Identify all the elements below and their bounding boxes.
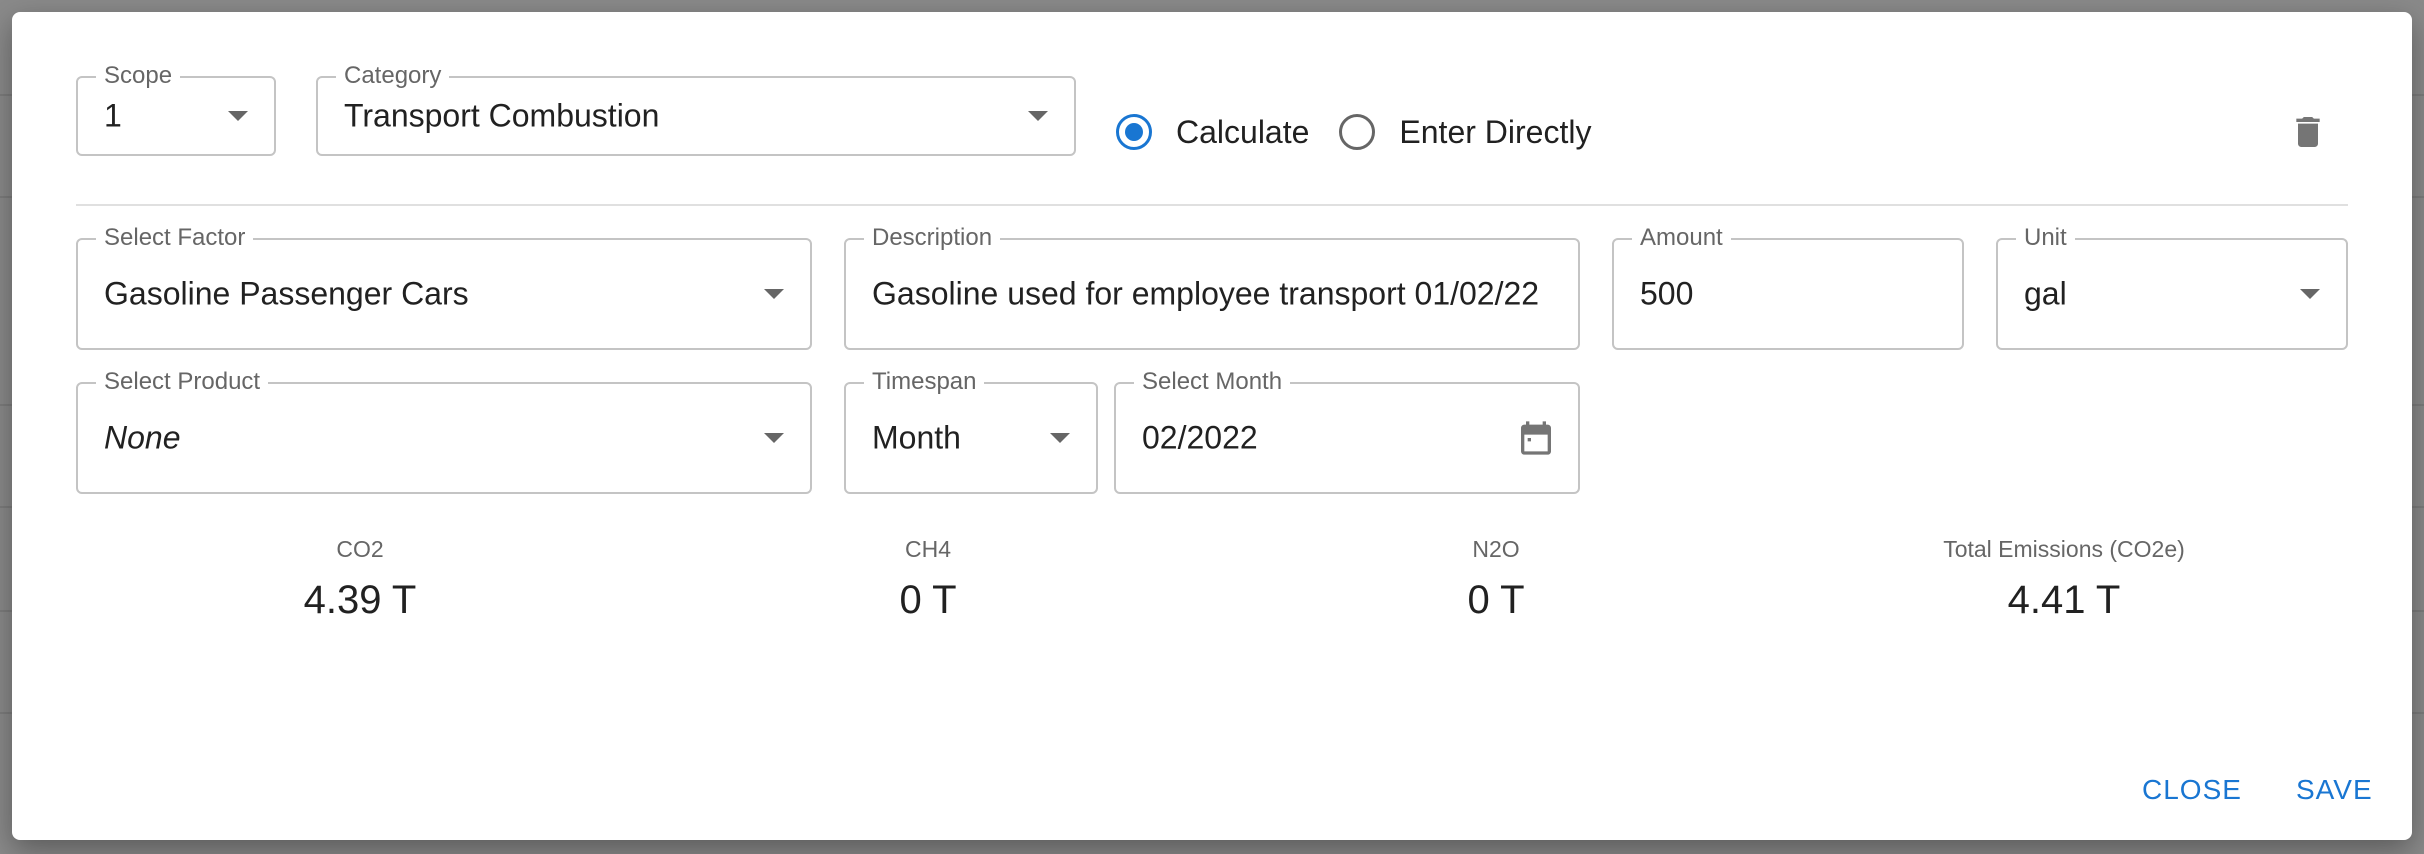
stat-co2: CO2 4.39 T	[160, 534, 560, 624]
category-select[interactable]: Category Transport Combustion	[316, 62, 1076, 156]
product-label: Select Product	[96, 368, 269, 396]
entry-mode-radio-group: Calculate Enter Directly	[1116, 108, 1621, 156]
unit-select[interactable]: Unit gal	[1996, 224, 2348, 350]
month-label: Select Month	[1134, 368, 1291, 396]
stat-ch4-value: 0 T	[899, 578, 957, 622]
stat-total-value: 4.41 T	[2007, 578, 2121, 622]
radio-enter-directly-label: Enter Directly	[1399, 113, 1592, 150]
scope-select[interactable]: Scope 1	[76, 62, 276, 156]
scope-label: Scope	[96, 62, 181, 90]
month-value: 02/2022	[1142, 419, 1258, 456]
description-input[interactable]: Description Gasoline used for employee t…	[844, 224, 1580, 350]
radio-unchecked-icon[interactable]	[1339, 114, 1376, 150]
timespan-label: Timespan	[864, 368, 985, 396]
save-button[interactable]: SAVE	[2296, 774, 2373, 806]
factor-select[interactable]: Select Factor Gasoline Passenger Cars	[76, 224, 812, 350]
timespan-value: Month	[872, 419, 961, 456]
stat-co2-value: 4.39 T	[303, 578, 417, 622]
amount-input[interactable]: Amount 500	[1612, 224, 1964, 350]
factor-label: Select Factor	[96, 224, 254, 252]
chevron-down-icon	[2300, 289, 2320, 299]
section-divider	[76, 204, 2348, 206]
stat-ch4-label: CH4	[904, 536, 951, 562]
close-button[interactable]: CLOSE	[2142, 774, 2242, 806]
radio-calculate-label: Calculate	[1176, 113, 1310, 150]
stat-n2o-value: 0 T	[1467, 578, 1525, 622]
product-select[interactable]: Select Product None	[76, 368, 812, 494]
chevron-down-icon	[228, 111, 248, 121]
category-label: Category	[336, 62, 450, 90]
unit-label: Unit	[2016, 224, 2075, 252]
description-value: Gasoline used for employee transport 01/…	[872, 275, 1540, 312]
calendar-icon[interactable]	[1516, 416, 1556, 460]
amount-label: Amount	[1632, 224, 1731, 252]
chevron-down-icon	[1028, 111, 1048, 121]
chevron-down-icon	[764, 289, 784, 299]
radio-calculate[interactable]: Calculate	[1116, 114, 1309, 151]
stat-co2-label: CO2	[336, 536, 384, 562]
radio-checked-icon[interactable]	[1116, 114, 1152, 150]
description-label: Description	[864, 224, 1001, 252]
scope-value: 1	[104, 97, 122, 134]
category-value: Transport Combustion	[344, 97, 660, 134]
product-value: None	[104, 419, 181, 456]
chevron-down-icon	[764, 433, 784, 443]
stat-total-label: Total Emissions (CO2e)	[1943, 536, 2185, 562]
emission-entry-dialog: Scope 1 Category Transport Combustion Ca…	[12, 12, 2412, 840]
stat-n2o-label: N2O	[1472, 536, 1520, 562]
radio-enter-directly[interactable]: Enter Directly	[1339, 114, 1591, 151]
factor-value: Gasoline Passenger Cars	[104, 275, 469, 312]
stat-n2o: N2O 0 T	[1296, 534, 1696, 624]
month-picker[interactable]: Select Month 02/2022	[1114, 368, 1580, 494]
timespan-select[interactable]: Timespan Month	[844, 368, 1098, 494]
stat-ch4: CH4 0 T	[728, 534, 1128, 624]
amount-value: 500	[1640, 275, 1694, 312]
trash-icon[interactable]	[2288, 108, 2328, 156]
stat-total-emissions: Total Emissions (CO2e) 4.41 T	[1864, 534, 2264, 624]
chevron-down-icon	[1050, 433, 1070, 443]
unit-value: gal	[2024, 275, 2067, 312]
